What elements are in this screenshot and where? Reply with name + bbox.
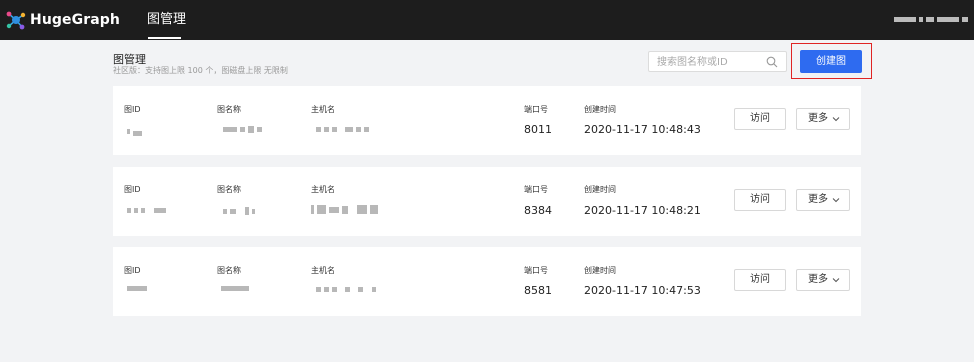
graph-card: 图ID 图名称 主机名 端口号 创建时间 8581 2020-11-17 10:… bbox=[113, 247, 861, 316]
tab-graph-management[interactable]: 图管理 bbox=[147, 0, 186, 40]
page-subtitle: 社区版：支持图上限 100 个，图磁盘上限 无限制 bbox=[113, 66, 288, 75]
graph-name-label: 图名称 bbox=[217, 266, 241, 275]
host-label: 主机名 bbox=[311, 105, 335, 114]
more-dropdown[interactable]: 更多 bbox=[796, 269, 850, 291]
port-label: 端口号 bbox=[524, 105, 548, 114]
graph-id-label: 图ID bbox=[124, 266, 141, 275]
user-menu[interactable] bbox=[894, 17, 968, 22]
chevron-down-icon bbox=[832, 117, 840, 122]
top-bar: HugeGraph 图管理 bbox=[0, 0, 974, 40]
host-value bbox=[311, 205, 378, 214]
graph-id-label: 图ID bbox=[124, 105, 141, 114]
graph-name-value bbox=[223, 207, 255, 215]
port-label: 端口号 bbox=[524, 185, 548, 194]
visit-button[interactable]: 访问 bbox=[734, 189, 786, 211]
search-box[interactable] bbox=[648, 51, 787, 72]
created-value: 2020-11-17 10:48:43 bbox=[584, 123, 701, 136]
more-label: 更多 bbox=[808, 194, 828, 205]
active-tab-indicator bbox=[148, 37, 181, 39]
visit-button[interactable]: 访问 bbox=[734, 108, 786, 130]
graph-name-label: 图名称 bbox=[217, 105, 241, 114]
host-value bbox=[316, 127, 369, 132]
more-label: 更多 bbox=[808, 113, 828, 124]
port-value: 8011 bbox=[524, 123, 552, 136]
graph-name-value bbox=[221, 286, 249, 291]
create-graph-button[interactable]: 创建图 bbox=[800, 50, 862, 73]
host-label: 主机名 bbox=[311, 266, 335, 275]
graph-name-value bbox=[223, 126, 262, 133]
graph-id-value bbox=[127, 286, 147, 291]
graph-name-label: 图名称 bbox=[217, 185, 241, 194]
chevron-down-icon bbox=[832, 198, 840, 203]
port-value: 8384 bbox=[524, 204, 552, 217]
graph-card: 图ID 图名称 主机名 端口号 创建时间 8384 2020-11-17 10:… bbox=[113, 167, 861, 236]
graph-id-value bbox=[127, 127, 142, 136]
search-input[interactable] bbox=[657, 55, 767, 69]
brand-name: HugeGraph bbox=[30, 12, 120, 28]
host-value bbox=[316, 287, 376, 292]
more-dropdown[interactable]: 更多 bbox=[796, 189, 850, 211]
created-label: 创建时间 bbox=[584, 185, 616, 194]
graph-id-value bbox=[127, 208, 166, 213]
more-dropdown[interactable]: 更多 bbox=[796, 108, 850, 130]
graph-id-label: 图ID bbox=[124, 185, 141, 194]
logo[interactable]: HugeGraph bbox=[6, 8, 120, 32]
chevron-down-icon bbox=[832, 278, 840, 283]
visit-button[interactable]: 访问 bbox=[734, 269, 786, 291]
port-value: 8581 bbox=[524, 284, 552, 297]
host-label: 主机名 bbox=[311, 185, 335, 194]
hugegraph-logo-icon bbox=[6, 11, 26, 30]
created-label: 创建时间 bbox=[584, 266, 616, 275]
created-value: 2020-11-17 10:48:21 bbox=[584, 204, 701, 217]
graph-card: 图ID 图名称 主机名 端口号 创建时间 8011 2020-11-17 10:… bbox=[113, 86, 861, 155]
more-label: 更多 bbox=[808, 274, 828, 285]
port-label: 端口号 bbox=[524, 266, 548, 275]
search-icon[interactable] bbox=[766, 56, 778, 68]
created-value: 2020-11-17 10:47:53 bbox=[584, 284, 701, 297]
created-label: 创建时间 bbox=[584, 105, 616, 114]
